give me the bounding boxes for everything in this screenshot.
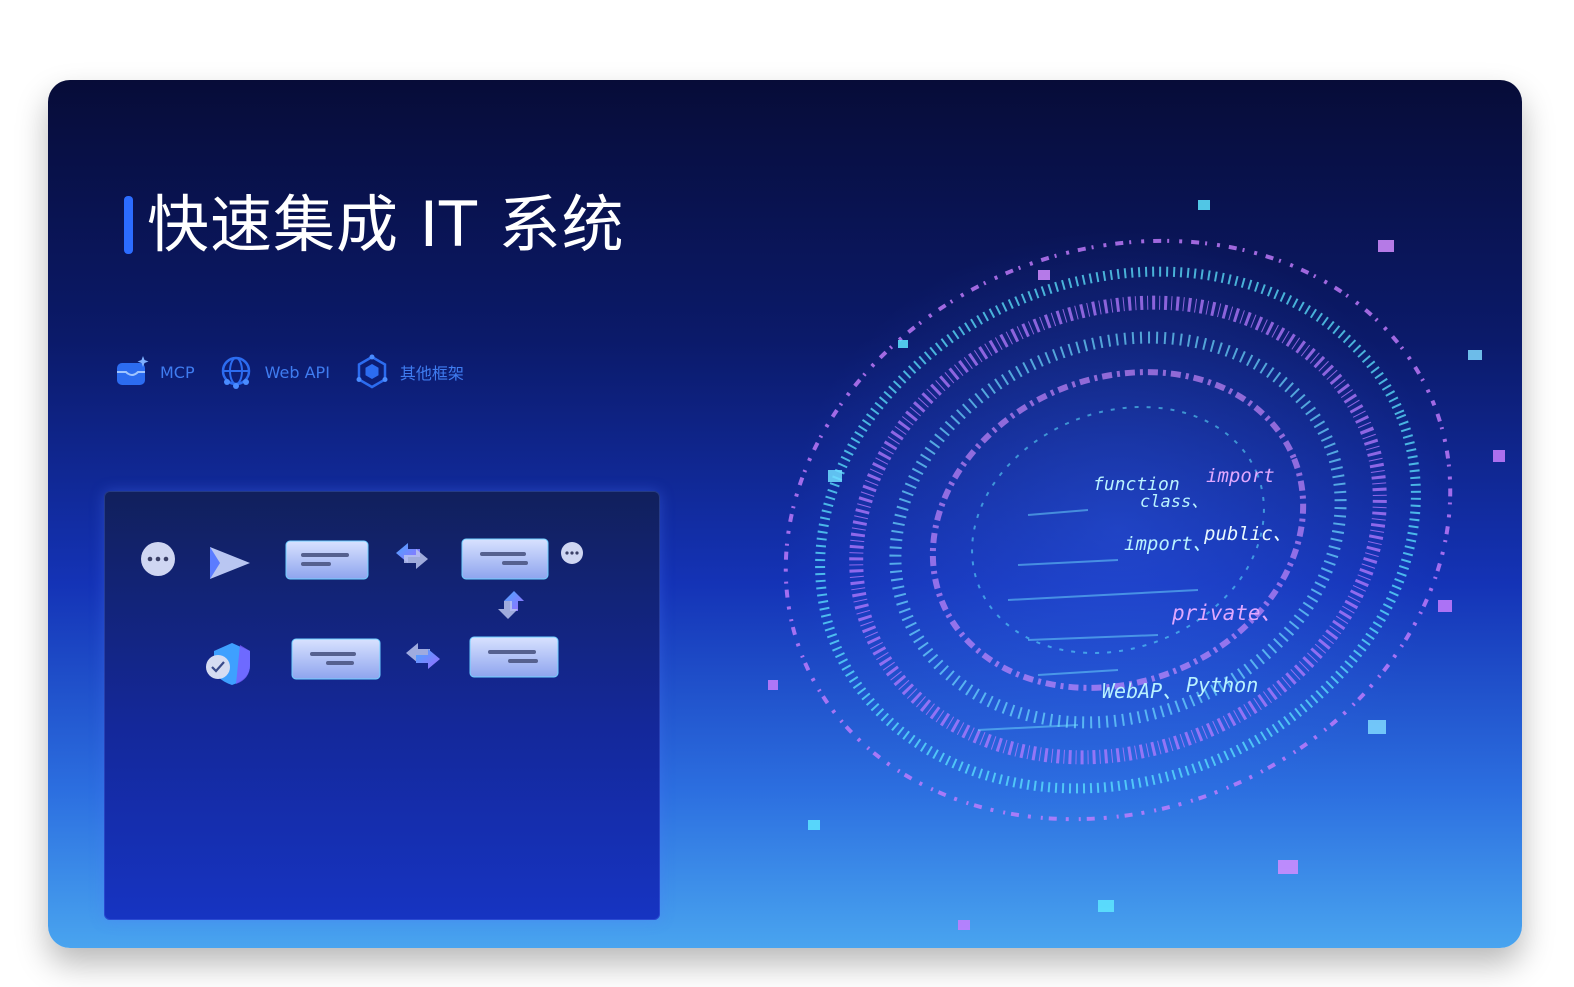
code-word: class、: [1140, 492, 1208, 512]
workflow-node: [469, 636, 559, 678]
code-word: Python: [1186, 673, 1258, 697]
globe-network-icon: [221, 356, 250, 389]
page-title: 快速集成 IT 系统: [124, 192, 625, 258]
workflow-node: [291, 638, 381, 680]
code-word: WebAP、: [1102, 679, 1182, 703]
workflow-diagram: [141, 538, 583, 685]
play-icon: [210, 547, 250, 579]
code-word: import: [1206, 465, 1275, 487]
code-word: import、: [1124, 533, 1212, 555]
page-title-text: 快速集成 IT 系统: [147, 188, 625, 261]
workflow-node: [285, 540, 369, 580]
vertical-arrow-icon: [498, 591, 524, 619]
feature-web-api[interactable]: Web API: [219, 354, 330, 390]
integration-options: MCP Web API 其他框架: [114, 352, 488, 392]
workflow-panel: [104, 491, 660, 920]
bidirectional-arrow-icon: [406, 643, 440, 669]
hero-card: 快速集成 IT 系统 MCP Web API 其他框架 function cla…: [48, 80, 1522, 948]
mcp-box-icon: [117, 356, 149, 385]
chat-bubble-icon: [141, 542, 175, 576]
bidirectional-arrow-icon: [396, 543, 428, 569]
shield-check-icon: [206, 643, 250, 685]
feature-other-frameworks-label: 其他框架: [399, 364, 464, 383]
code-word: public、: [1203, 523, 1292, 545]
code-word: private、: [1171, 601, 1282, 625]
feature-web-api-label: Web API: [264, 362, 330, 382]
code-vortex-illustration: function class、 import import、 public、 p…: [768, 200, 1505, 930]
workflow-node: [461, 538, 549, 580]
feature-mcp[interactable]: MCP: [114, 354, 195, 390]
feature-mcp-label: MCP: [160, 362, 195, 382]
title-accent-bar: [124, 196, 133, 254]
feature-other-frameworks[interactable]: 其他框架: [354, 354, 464, 390]
hexagon-cluster-icon: [356, 354, 388, 389]
chat-bubble-icon: [561, 542, 583, 564]
